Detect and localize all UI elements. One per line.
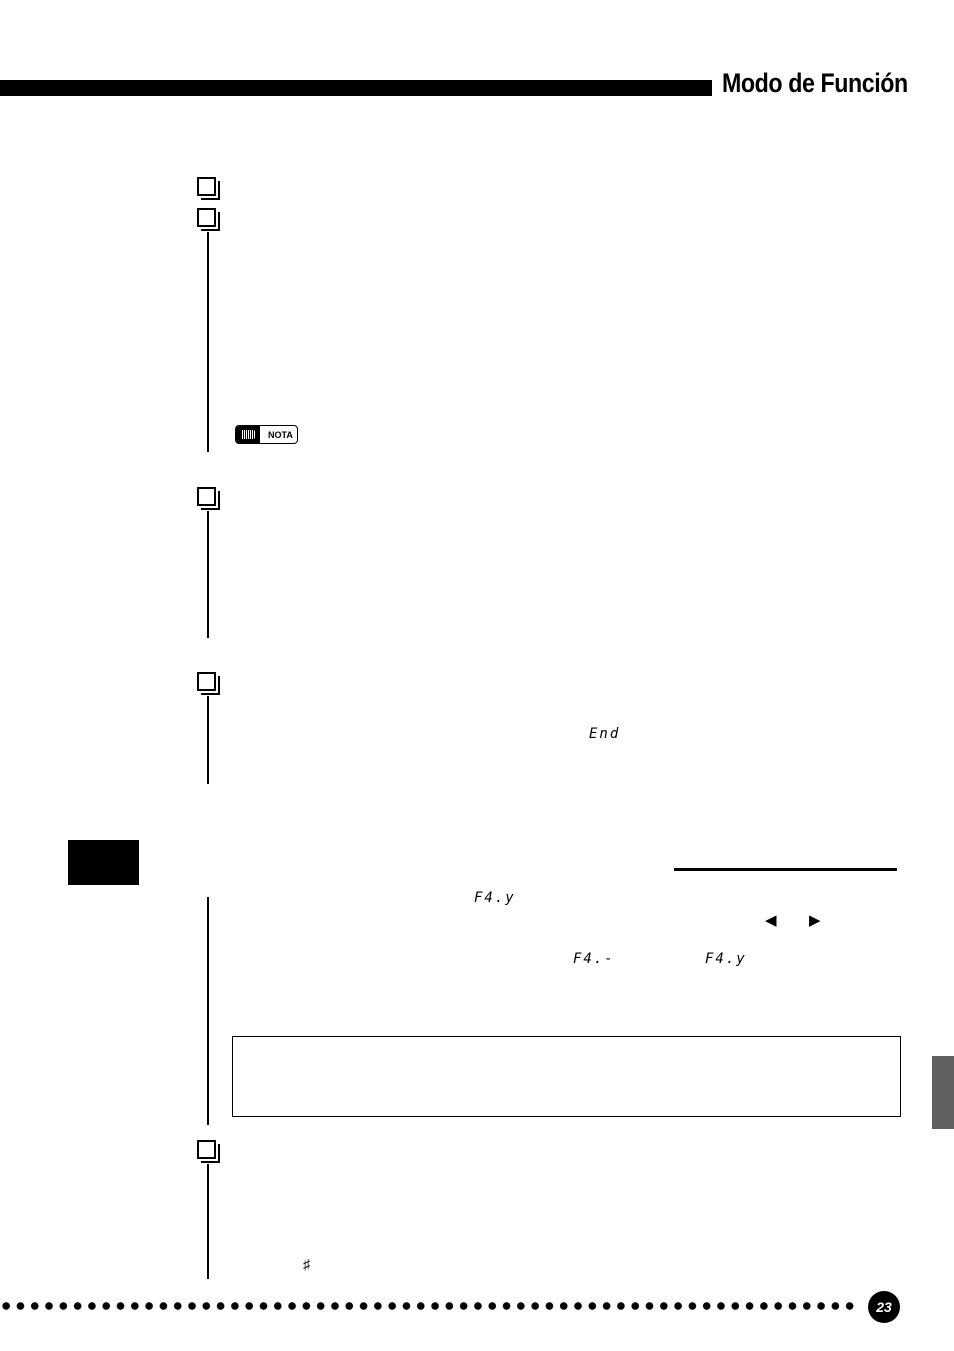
- chapter-tab: [932, 1056, 954, 1129]
- step-checkbox-5: [197, 1140, 216, 1159]
- step-line-3: [207, 511, 209, 638]
- lcd-f4y-1: F4.y: [474, 890, 516, 906]
- lcd-f4y-2: F4.y: [705, 951, 747, 967]
- left-arrow-icon: ◀: [765, 912, 777, 929]
- nota-label: NOTA: [268, 429, 293, 440]
- step-line-4: [207, 696, 209, 784]
- lcd-f4-dash: F4.-: [573, 951, 615, 967]
- step-checkbox-1: [197, 177, 216, 196]
- dotted-rule: [0, 1301, 856, 1311]
- step-checkbox-4: [197, 672, 216, 691]
- step-line-5: [207, 1164, 209, 1279]
- lcd-end: End: [589, 726, 621, 742]
- section-tab: [68, 840, 139, 885]
- page-title: Modo de Función: [722, 68, 908, 98]
- right-arrow-icon: ▶: [809, 912, 821, 929]
- info-box: [232, 1036, 901, 1117]
- header-bar: [0, 80, 712, 96]
- speech-bubble-keyboard-icon: [236, 426, 260, 443]
- section-line: [207, 897, 209, 1125]
- section-underline: [674, 868, 897, 871]
- page-number: 23: [868, 1291, 900, 1323]
- step-line-2: [207, 232, 209, 452]
- nota-badge: NOTA: [235, 425, 298, 444]
- step-checkbox-2: [197, 208, 216, 227]
- step-checkbox-3: [197, 487, 216, 506]
- sharp-symbol: ♯: [303, 1256, 310, 1272]
